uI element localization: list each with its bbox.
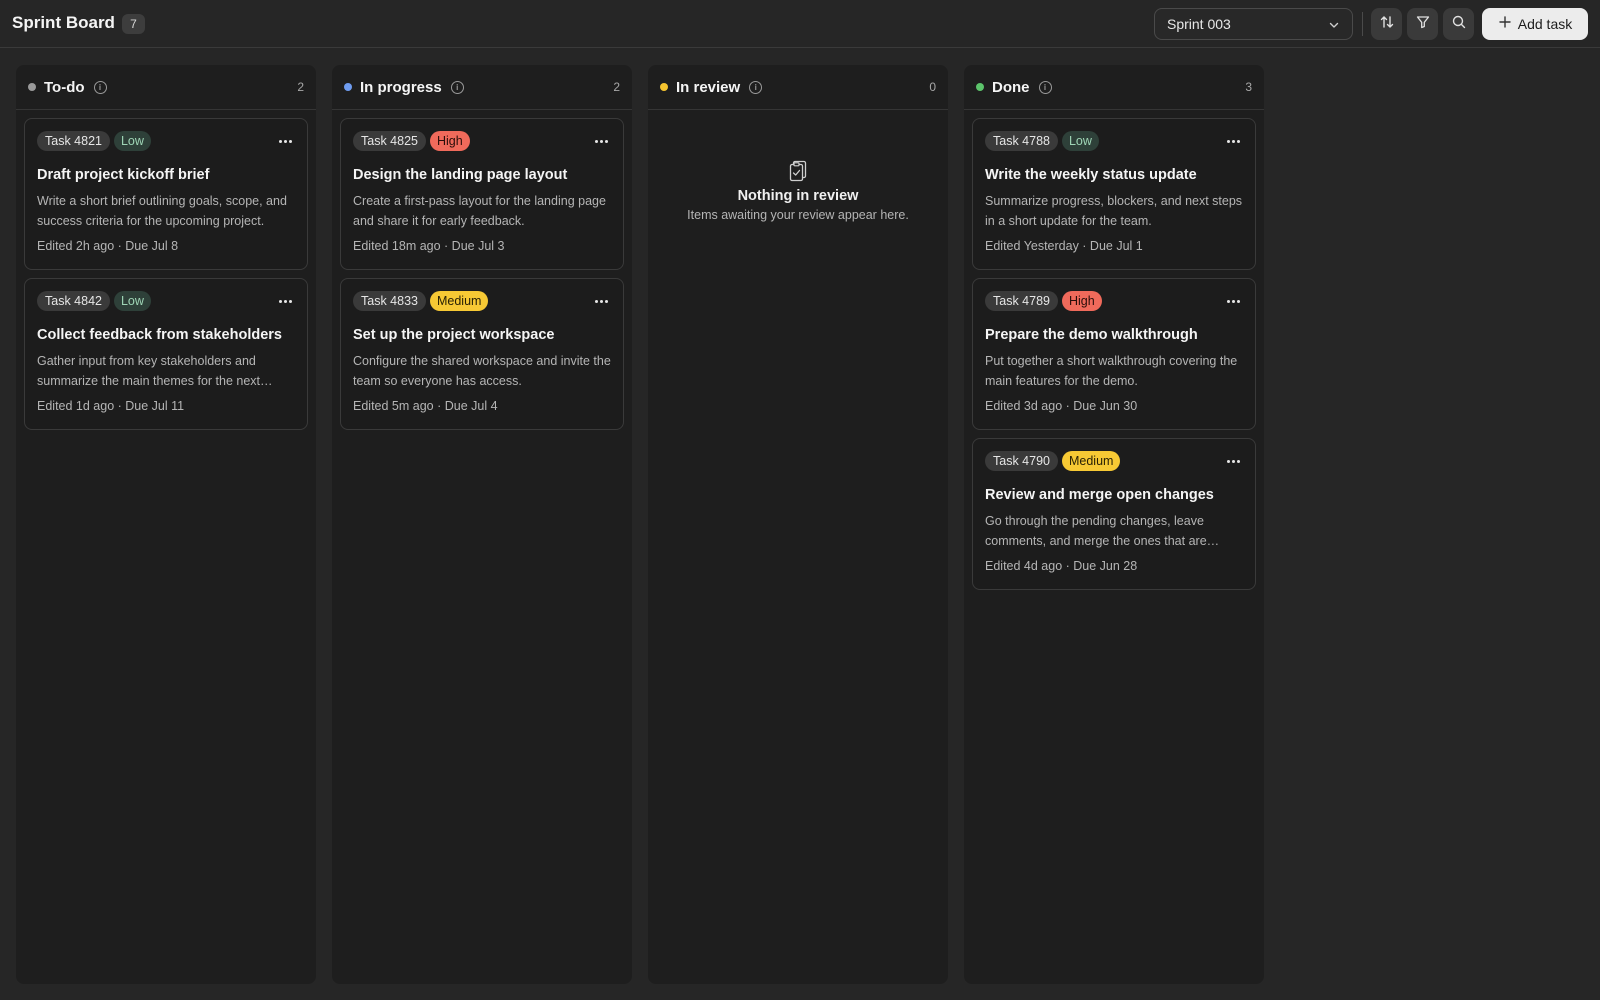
task-meta: Edited 18m ago · Due Jul 3 [353, 239, 505, 253]
column-title: In progress [360, 78, 442, 96]
priority-badge: High [1061, 291, 1102, 311]
task-id-badge: Task 4790 [985, 451, 1058, 471]
task-id-badge: Task 4842 [37, 291, 110, 311]
task-description: Write a short brief outlining goals, sco… [37, 194, 287, 228]
task-card[interactable]: Task 4788 Low Write the weekly status up… [972, 118, 1256, 270]
task-description: Gather input from key stakeholders and s… [37, 354, 273, 388]
task-count-badge: 7 [122, 14, 145, 34]
task-description: Put together a short walkthrough coverin… [985, 354, 1238, 388]
task-id-badge: Task 4789 [985, 291, 1058, 311]
more-options-button[interactable] [275, 133, 295, 149]
task-id-badge: Task 4788 [985, 131, 1058, 151]
priority-badge: Low [1061, 131, 1099, 151]
task-description: Create a first-pass layout for the landi… [353, 194, 606, 228]
task-id-badge: Task 4821 [37, 131, 110, 151]
empty-state: Nothing in review Items awaiting your re… [648, 110, 948, 222]
task-title: Write the weekly status update [985, 167, 1197, 183]
more-options-button[interactable] [591, 293, 611, 309]
more-options-button[interactable] [591, 133, 611, 149]
column-header: Done i 3 [964, 65, 1264, 110]
task-title: Design the landing page layout [353, 167, 568, 183]
empty-state-subtitle: Items awaiting your review appear here. [687, 208, 909, 222]
task-card[interactable]: Task 4842 Low Collect feedback from stak… [24, 278, 308, 430]
more-options-button[interactable] [1223, 293, 1243, 309]
more-options-button[interactable] [1223, 453, 1243, 469]
search-icon [1451, 14, 1467, 35]
task-description: Go through the pending changes, leave co… [985, 514, 1220, 548]
more-options-button[interactable] [1223, 133, 1243, 149]
column-done: Done i 3 Task 4788 Low Write the weekly … [964, 65, 1264, 984]
column-count: 2 [613, 80, 620, 94]
task-description: Summarize progress, blockers, and next s… [985, 194, 1243, 228]
status-dot [344, 83, 352, 91]
add-task-button[interactable]: Add task [1482, 8, 1588, 40]
column-in-progress: In progress i 2 Task 4825 High Design th… [332, 65, 632, 984]
priority-badge: Low [113, 291, 151, 311]
sprint-select-value: Sprint 003 [1167, 16, 1231, 32]
task-title: Collect feedback from stakeholders [37, 327, 282, 343]
sort-icon [1379, 14, 1395, 35]
priority-badge: Medium [1061, 451, 1121, 471]
add-task-label: Add task [1517, 16, 1573, 32]
chevron-down-icon [1328, 18, 1340, 34]
column-title: In review [676, 78, 741, 96]
task-title: Review and merge open changes [985, 487, 1214, 503]
toolbar-divider [1362, 12, 1363, 36]
task-title: Draft project kickoff brief [37, 167, 210, 183]
task-id-badge: Task 4833 [353, 291, 426, 311]
clipboard-check-icon [648, 158, 948, 182]
column-title: Done [992, 78, 1030, 96]
info-icon[interactable]: i [93, 80, 107, 94]
task-card[interactable]: Task 4833 Medium Set up the project work… [340, 278, 624, 430]
info-icon[interactable]: i [749, 80, 763, 94]
task-id-badge: Task 4825 [353, 131, 426, 151]
column-count: 3 [1245, 80, 1252, 94]
status-dot [660, 83, 668, 91]
column-header: In progress i 2 [332, 65, 632, 110]
task-title: Set up the project workspace [353, 327, 555, 343]
column-todo: To-do i 2 Task 4821 Low Draft project ki… [16, 65, 316, 984]
info-icon[interactable]: i [450, 80, 464, 94]
more-options-button[interactable] [275, 293, 295, 309]
column-title: To-do [44, 78, 85, 96]
sort-button[interactable] [1371, 8, 1402, 40]
status-dot [28, 83, 36, 91]
filter-icon [1415, 14, 1431, 35]
task-title: Prepare the demo walkthrough [985, 327, 1198, 343]
task-card[interactable]: Task 4821 Low Draft project kickoff brie… [24, 118, 308, 270]
column-header: In review i 0 [648, 65, 948, 110]
page-title: Sprint Board [12, 13, 115, 32]
task-meta: Edited 5m ago · Due Jul 4 [353, 399, 498, 413]
sprint-select[interactable]: Sprint 003 [1154, 8, 1353, 40]
task-meta: Edited 1d ago · Due Jul 11 [37, 399, 185, 413]
task-meta: Edited Yesterday · Due Jul 1 [985, 239, 1143, 253]
priority-badge: Low [113, 131, 151, 151]
column-count: 0 [929, 80, 936, 94]
column-in-review: In review i 0 Nothing in review Items aw… [648, 65, 948, 984]
task-description: Configure the shared workspace and invit… [353, 354, 611, 388]
plus-icon [1498, 14, 1512, 32]
empty-state-title: Nothing in review [737, 188, 859, 204]
task-card[interactable]: Task 4790 Medium Review and merge open c… [972, 438, 1256, 590]
search-button[interactable] [1443, 8, 1474, 40]
task-card[interactable]: Task 4789 High Prepare the demo walkthro… [972, 278, 1256, 430]
info-icon[interactable]: i [1038, 80, 1052, 94]
top-bar: Sprint Board 7 Sprint 003 Add task [0, 0, 1600, 48]
task-meta: Edited 2h ago · Due Jul 8 [37, 239, 179, 253]
task-card[interactable]: Task 4825 High Design the landing page l… [340, 118, 624, 270]
filter-button[interactable] [1407, 8, 1438, 40]
priority-badge: Medium [429, 291, 489, 311]
task-meta: Edited 3d ago · Due Jun 30 [985, 399, 1138, 413]
column-header: To-do i 2 [16, 65, 316, 110]
status-dot [976, 83, 984, 91]
priority-badge: High [429, 131, 470, 151]
column-count: 2 [297, 80, 304, 94]
task-meta: Edited 4d ago · Due Jun 28 [985, 559, 1138, 573]
